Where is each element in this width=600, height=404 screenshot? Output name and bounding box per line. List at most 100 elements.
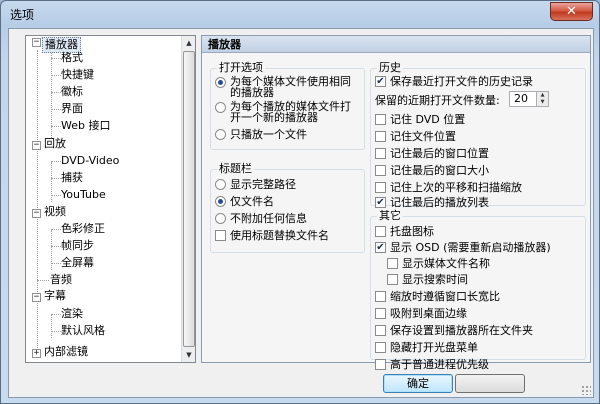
tree-line <box>51 126 61 127</box>
scroll-down-icon[interactable]: ▼ <box>183 348 195 362</box>
recent-files-spinner[interactable]: ▲ ▼ <box>536 91 549 107</box>
checkbox-window-size[interactable] <box>375 165 386 176</box>
tree-item-interface[interactable]: 界面 <box>61 101 83 117</box>
checkbox-use-title[interactable] <box>215 230 226 241</box>
radio-no-info[interactable] <box>215 213 226 224</box>
collapse-icon[interactable]: − <box>32 38 41 47</box>
label-keep-history: 保存最近打开文件的历史记录 <box>390 75 533 88</box>
label-no-info: 不附加任何信息 <box>230 212 307 225</box>
checkbox-playlist[interactable]: ✔ <box>375 197 386 208</box>
tree-line <box>51 246 61 247</box>
scroll-up-icon[interactable]: ▲ <box>183 36 195 50</box>
label-play-one-file: 只播放一个文件 <box>230 128 307 141</box>
label-save-settings: 保存设置到播放器所在文件夹 <box>390 324 533 337</box>
checkbox-osd-seek-time[interactable] <box>387 274 398 285</box>
tree-item-web-interface[interactable]: Web 接口 <box>61 118 110 134</box>
collapse-icon[interactable]: − <box>32 141 41 150</box>
expand-icon[interactable]: + <box>32 349 41 358</box>
checkbox-window-position[interactable] <box>375 148 386 159</box>
tree-item-playback[interactable]: 回放 <box>44 136 66 152</box>
tree-line <box>51 314 52 338</box>
tree-item-shortcuts[interactable]: 快捷键 <box>61 67 94 83</box>
resize-grip-icon[interactable] <box>581 385 591 395</box>
tree-line <box>51 58 61 59</box>
tree-line <box>51 92 61 93</box>
tree-item-default-style[interactable]: 默认风格 <box>61 323 105 339</box>
checkbox-pan-scan[interactable] <box>375 182 386 193</box>
options-window: 选项 ✕ − − − − + 播放器 格式 快捷键 徽标 界面 Web 接口 回… <box>0 0 600 404</box>
label-osd-filename: 显示媒体文件名称 <box>402 257 490 270</box>
checkbox-keep-history[interactable]: ✔ <box>375 76 386 87</box>
title-bar[interactable]: 选项 ✕ <box>1 1 599 27</box>
tree-line <box>51 50 52 138</box>
radio-filename-only[interactable] <box>215 196 226 207</box>
group-title: 历史 <box>377 61 403 75</box>
tree-item-frame-sync[interactable]: 帧同步 <box>61 238 94 254</box>
dialog-client-area: − − − − + 播放器 格式 快捷键 徽标 界面 Web 接口 回放 DVD… <box>8 28 594 398</box>
checkbox-hide-disc-menu[interactable] <box>375 342 386 353</box>
tree-item-logo[interactable]: 徽标 <box>61 84 83 100</box>
checkbox-save-settings[interactable] <box>375 325 386 336</box>
tree-line <box>37 280 49 281</box>
tree-item-formats[interactable]: 格式 <box>61 50 83 66</box>
checkbox-high-priority[interactable] <box>375 359 386 370</box>
close-button[interactable]: ✕ <box>550 2 593 21</box>
label-same-player-2: 的播放器 <box>230 86 274 99</box>
tree-item-capture[interactable]: 捕获 <box>61 170 83 186</box>
label-hide-disc-menu: 隐藏打开光盘菜单 <box>390 341 478 354</box>
label-window-position: 记住最后的窗口位置 <box>390 147 489 160</box>
settings-panel: 播放器 打开选项 为每个媒体文件使用相同 的播放器 为每个播放的媒体文件打 开一… <box>201 35 591 371</box>
tree-line <box>51 263 61 264</box>
label-tray-icon: 托盘图标 <box>390 225 434 238</box>
tree-line <box>51 230 52 270</box>
label-new-player-2: 开一个新的播放器 <box>230 111 318 124</box>
checkbox-snap-desktop[interactable] <box>375 308 386 319</box>
history-group: 历史 ✔ 保存最近打开文件的历史记录 保留的近期打开文件数量: 20 ▲ ▼ 记… <box>370 61 586 209</box>
checkbox-tray-icon[interactable] <box>375 226 386 237</box>
label-dvd-position: 记住 DVD 位置 <box>390 113 466 126</box>
tree-item-dvd-video[interactable]: DVD-Video <box>61 153 119 169</box>
tree-item-rendering[interactable]: 渲染 <box>61 306 83 322</box>
collapse-icon[interactable]: − <box>32 293 41 302</box>
tree-line <box>51 331 61 332</box>
checkbox-file-position[interactable] <box>375 131 386 142</box>
tree-line <box>51 195 61 196</box>
tree-line <box>51 109 61 110</box>
radio-play-one-file[interactable] <box>215 129 226 140</box>
scrollbar-thumb[interactable] <box>183 51 195 347</box>
window-title: 选项 <box>10 8 35 22</box>
tree-item-fullscreen[interactable]: 全屏幕 <box>61 255 94 271</box>
spin-up-icon[interactable]: ▲ <box>537 92 548 99</box>
tree-scrollbar[interactable]: ▲ ▼ <box>181 36 195 362</box>
radio-full-path[interactable] <box>215 179 226 190</box>
tree-item-audio[interactable]: 音频 <box>50 272 72 288</box>
tree-line <box>37 50 38 354</box>
tree-line <box>51 162 52 202</box>
tree-item-internal-filters[interactable]: 内部滤镜 <box>44 344 88 360</box>
checkbox-dvd-position[interactable] <box>375 114 386 125</box>
open-options-group: 打开选项 为每个媒体文件使用相同 的播放器 为每个播放的媒体文件打 开一个新的播… <box>210 61 365 150</box>
recent-files-count-input[interactable]: 20 <box>509 91 537 107</box>
label-keep-count: 保留的近期打开文件数量: <box>375 94 500 107</box>
tree-item-video[interactable]: 视频 <box>44 204 66 220</box>
radio-same-player[interactable] <box>215 77 226 88</box>
cancel-button[interactable] <box>455 374 525 393</box>
radio-new-player[interactable] <box>215 102 226 113</box>
tree-item-subtitles[interactable]: 字幕 <box>44 288 66 304</box>
checkbox-show-osd[interactable]: ✔ <box>375 242 386 253</box>
tree-line <box>51 178 61 179</box>
tree-item-color-correction[interactable]: 色彩修正 <box>61 221 105 237</box>
group-title: 标题栏 <box>217 162 254 176</box>
spin-down-icon[interactable]: ▼ <box>537 99 548 106</box>
checkbox-osd-filename[interactable] <box>387 258 398 269</box>
label-high-priority: 高于普通进程优先级 <box>390 358 489 371</box>
checkbox-zoom-ratio[interactable] <box>375 291 386 302</box>
tree-item-youtube[interactable]: YouTube <box>61 187 106 203</box>
collapse-icon[interactable]: − <box>32 209 41 218</box>
label-snap-desktop: 吸附到桌面边缘 <box>390 307 467 320</box>
panel-title: 播放器 <box>202 36 590 53</box>
ok-button[interactable]: 确定 <box>383 374 453 393</box>
tree-line <box>51 314 61 315</box>
close-icon: ✕ <box>566 4 577 19</box>
label-window-size: 记住最后的窗口大小 <box>390 164 489 177</box>
